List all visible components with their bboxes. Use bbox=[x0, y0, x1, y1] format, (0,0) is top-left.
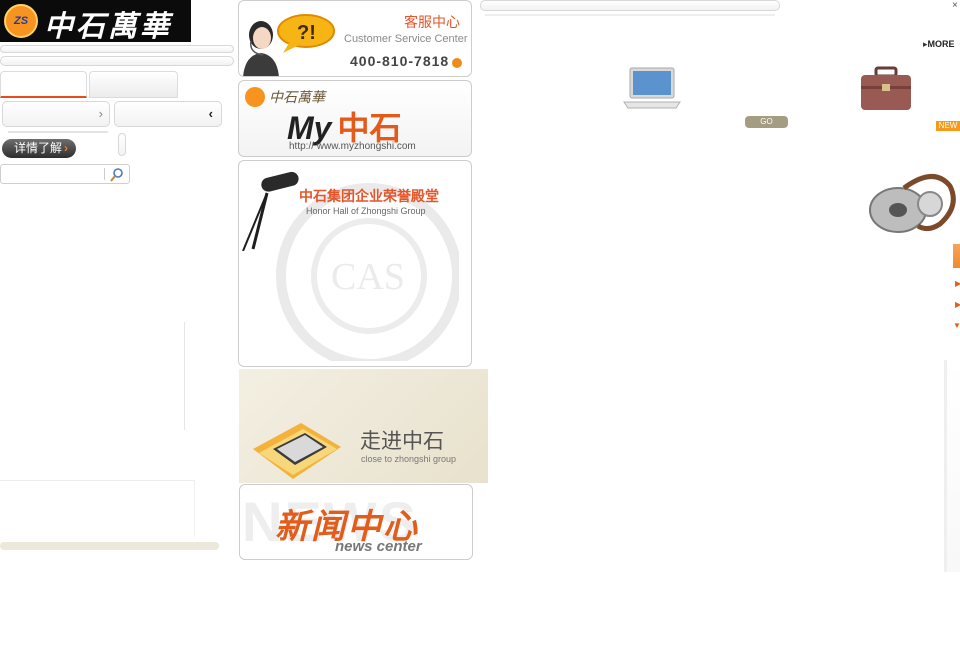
microphone-icon bbox=[242, 171, 299, 251]
briefcase-icon bbox=[861, 66, 911, 110]
search-divider bbox=[104, 168, 105, 180]
brand-emblem-icon bbox=[245, 87, 265, 107]
top-bar-2 bbox=[0, 56, 234, 66]
arrow-circle-icon bbox=[452, 58, 462, 68]
search-input[interactable] bbox=[0, 164, 130, 184]
my-url: http:// www.myzhongshi.com bbox=[289, 141, 416, 152]
right-top-bar bbox=[480, 0, 780, 11]
side-tab-indicator[interactable] bbox=[953, 244, 960, 268]
divider bbox=[8, 131, 108, 133]
honor-title: 中石集团企业荣誉殿堂 bbox=[299, 188, 439, 204]
vertical-divider bbox=[184, 322, 185, 430]
scroll-handle[interactable] bbox=[118, 133, 126, 156]
arrow-right-icon[interactable]: ▶ bbox=[955, 300, 960, 309]
arrow-right-icon[interactable]: ▶ bbox=[955, 279, 960, 288]
logo-emblem-icon: ZS bbox=[4, 4, 38, 38]
search-icon[interactable] bbox=[109, 167, 125, 183]
details-button[interactable]: 详情了解 › bbox=[2, 139, 76, 158]
laptop-icon bbox=[623, 67, 681, 109]
more-link[interactable]: ▸MORE bbox=[923, 39, 955, 50]
go-button[interactable]: GO bbox=[745, 116, 788, 128]
honor-subtitle: Honor Hall of Zhongshi Group bbox=[306, 206, 426, 216]
customer-service-card[interactable]: ?! 客服中心 Customer Service Center 400-810-… bbox=[238, 0, 472, 77]
film-reel-icon bbox=[869, 174, 956, 233]
news-center-card[interactable]: NEWS 新闻中心 news center bbox=[239, 484, 473, 560]
svg-text:?!: ?! bbox=[297, 22, 316, 44]
details-button-label: 详情了解 bbox=[14, 141, 63, 155]
folders-tablet-icon bbox=[253, 423, 341, 479]
honor-hall-card[interactable]: CAS 中石集团企业荣誉殿堂 Honor Hall of Zhongshi Gr… bbox=[238, 160, 472, 367]
chevron-left-icon: ‹ bbox=[208, 106, 213, 121]
site-logo[interactable]: ZS 中石萬華 bbox=[0, 0, 191, 43]
tab-1[interactable] bbox=[0, 71, 87, 98]
new-badge: NEW bbox=[936, 121, 960, 131]
left-bottom-box bbox=[0, 480, 195, 537]
right-top-underline bbox=[485, 14, 775, 16]
left-footer-bar bbox=[0, 542, 219, 550]
news-subtitle: news center bbox=[335, 538, 422, 555]
arrow-down-icon[interactable]: ▼ bbox=[953, 321, 960, 330]
logo-emblem-text: ZS bbox=[13, 15, 29, 27]
enter-zhongshi-banner[interactable]: 走进中石 close to zhongshi group bbox=[239, 369, 488, 483]
enter-title: 走进中石 bbox=[360, 430, 444, 453]
question-exclamation-bubble-icon: ?! bbox=[277, 14, 335, 53]
logo-name: 中石萬華 bbox=[44, 9, 173, 43]
dropdown-1[interactable]: › bbox=[2, 101, 110, 127]
cs-phone: 400-810-7818 bbox=[350, 53, 450, 69]
close-icon[interactable]: × bbox=[952, 0, 958, 11]
right-side-panel bbox=[944, 360, 960, 572]
chevron-right-icon: › bbox=[98, 106, 103, 121]
top-bar-1 bbox=[0, 45, 234, 53]
more-label: MORE bbox=[927, 39, 955, 49]
my-zhongshi-card[interactable]: 中石萬華 My 中石 http:// www.myzhongshi.com bbox=[238, 80, 472, 157]
tab-2[interactable] bbox=[89, 71, 178, 98]
cs-title: 客服中心 bbox=[404, 14, 460, 30]
dropdown-2[interactable]: ‹ bbox=[114, 101, 222, 127]
enter-subtitle: close to zhongshi group bbox=[361, 454, 457, 464]
seal-text: CAS bbox=[331, 256, 405, 298]
cs-subtitle: Customer Service Center bbox=[344, 33, 468, 45]
arrow-right-icon: › bbox=[64, 141, 69, 155]
